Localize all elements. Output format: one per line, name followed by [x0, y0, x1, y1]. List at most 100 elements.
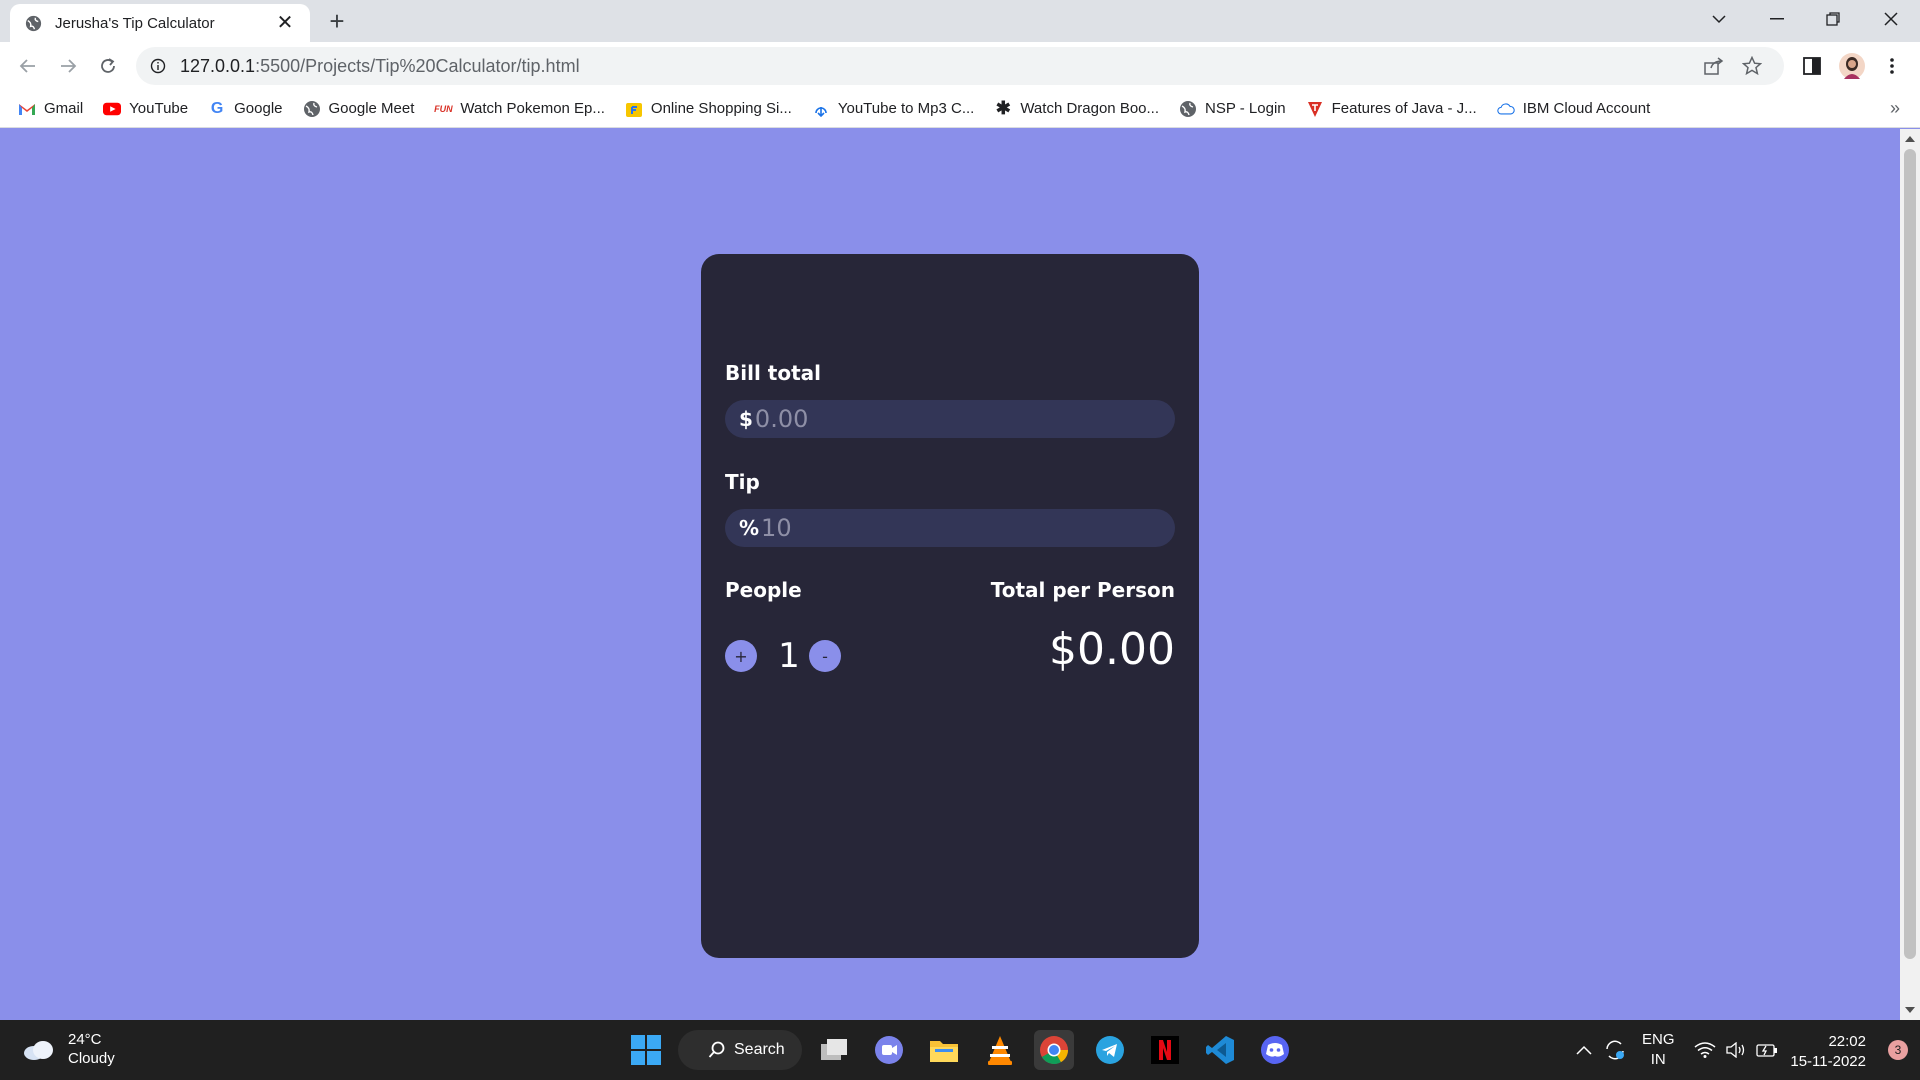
restore-icon	[1826, 12, 1840, 26]
close-window-button[interactable]	[1866, 0, 1916, 38]
language-code: ENG	[1642, 1031, 1675, 1048]
language-indicator[interactable]: ENG IN	[1642, 1020, 1675, 1080]
bookmark-label: Google	[234, 100, 283, 117]
bookmark-label: Watch Pokemon Ep...	[460, 100, 605, 117]
tip-calculator-card: Bill total $ Tip % People Total per Pers…	[701, 254, 1199, 958]
bookmark-java[interactable]: Features of Java - J...	[1306, 100, 1477, 118]
notification-badge[interactable]: 3	[1888, 1040, 1908, 1060]
bookmark-label: NSP - Login	[1205, 100, 1286, 117]
discord-button[interactable]	[1255, 1030, 1295, 1070]
bookmark-pokemon[interactable]: FUN Watch Pokemon Ep...	[434, 100, 605, 118]
teams-chat-button[interactable]	[869, 1030, 909, 1070]
bookmark-google[interactable]: G Google	[208, 100, 283, 118]
cloud-icon	[1497, 102, 1515, 114]
forward-button[interactable]	[54, 52, 82, 80]
scroll-up-icon[interactable]	[1905, 136, 1915, 142]
tip-input[interactable]	[761, 514, 1162, 542]
bookmark-nsp[interactable]: NSP - Login	[1179, 100, 1286, 118]
browser-tab[interactable]: Jerusha's Tip Calculator ✕	[10, 4, 310, 42]
close-tab-icon[interactable]: ✕	[274, 12, 296, 34]
taskbar-search[interactable]: Search	[678, 1030, 802, 1070]
globe-icon	[25, 15, 42, 31]
show-hidden-icons-button[interactable]	[1576, 1020, 1592, 1080]
bookmark-ibm-cloud[interactable]: IBM Cloud Account	[1497, 100, 1650, 118]
share-button[interactable]	[1704, 47, 1724, 85]
javatpoint-icon	[1307, 101, 1322, 117]
task-view-icon	[821, 1039, 847, 1060]
tab-strip: Jerusha's Tip Calculator ✕ +	[0, 0, 1920, 42]
system-tray[interactable]	[1694, 1020, 1778, 1080]
increase-people-button[interactable]: +	[725, 640, 757, 672]
site-info-icon[interactable]	[150, 58, 166, 74]
temperature: 24°C	[68, 1031, 102, 1048]
search-label: Search	[734, 1041, 785, 1058]
dragon-site-icon: ✱	[995, 98, 1011, 118]
file-explorer-button[interactable]	[924, 1030, 964, 1070]
bookmark-star-button[interactable]	[1742, 47, 1762, 85]
more-bookmarks-button[interactable]: »	[1890, 98, 1900, 119]
side-panel-button[interactable]	[1798, 52, 1826, 80]
reload-button[interactable]	[94, 52, 122, 80]
bookmark-youtube[interactable]: YouTube	[103, 100, 188, 118]
netflix-button[interactable]	[1145, 1030, 1185, 1070]
bookmark-dragon[interactable]: ✱ Watch Dragon Boo...	[994, 98, 1159, 118]
telegram-button[interactable]	[1090, 1030, 1130, 1070]
scrollbar-thumb[interactable]	[1904, 149, 1916, 959]
bookmark-google-meet[interactable]: Google Meet	[303, 100, 415, 118]
minimize-button[interactable]	[1752, 0, 1802, 38]
bookmark-label: Online Shopping Si...	[650, 100, 792, 117]
bookmark-label: Features of Java - J...	[1331, 100, 1477, 117]
avatar	[1839, 53, 1865, 79]
folder-icon	[930, 1041, 958, 1062]
bill-total-input[interactable]	[754, 405, 1155, 433]
tab-search-button[interactable]	[1694, 0, 1744, 38]
bill-total-field[interactable]: $	[725, 400, 1175, 438]
tip-field[interactable]: %	[725, 509, 1175, 547]
bill-total-label: Bill total	[725, 361, 821, 385]
chrome-icon	[1040, 1036, 1068, 1064]
scroll-down-icon[interactable]	[1905, 1007, 1915, 1013]
clock-date: 15-11-2022	[1790, 1053, 1866, 1070]
cloud-icon	[24, 1041, 53, 1060]
minimize-icon	[1770, 18, 1784, 20]
sync-status[interactable]	[1604, 1020, 1626, 1080]
bookmark-label: Gmail	[44, 100, 84, 117]
menu-button[interactable]	[1878, 52, 1906, 80]
url-host: 127.0.0.1	[180, 55, 256, 76]
teams-chat-icon	[875, 1036, 903, 1064]
percent-prefix: %	[739, 516, 760, 540]
clock[interactable]: 22:02 15-11-2022	[1790, 1032, 1866, 1072]
flipkart-icon	[625, 102, 642, 117]
browser-toolbar: 127.0.0.1:5500/Projects/Tip%20Calculator…	[0, 42, 1920, 90]
weather-condition: Cloudy	[68, 1050, 115, 1067]
close-icon	[1884, 12, 1898, 26]
battery-icon	[1756, 1044, 1777, 1057]
weather-widget[interactable]: 24°C Cloudy	[22, 1030, 115, 1068]
task-view-button[interactable]	[814, 1030, 854, 1070]
windows-icon	[631, 1035, 661, 1065]
vscode-button[interactable]	[1200, 1030, 1240, 1070]
total-per-person-label: Total per Person	[990, 578, 1175, 602]
page-scrollbar[interactable]	[1900, 129, 1920, 1020]
bookmark-shopping[interactable]: Online Shopping Si...	[625, 100, 792, 118]
bookmark-gmail[interactable]: Gmail	[18, 100, 83, 118]
decrease-people-button[interactable]: -	[809, 640, 841, 672]
profile-button[interactable]	[1838, 52, 1866, 80]
more-vertical-icon	[1890, 58, 1894, 74]
start-button[interactable]	[626, 1030, 666, 1070]
address-bar[interactable]: 127.0.0.1:5500/Projects/Tip%20Calculator…	[136, 47, 1784, 85]
new-tab-button[interactable]: +	[322, 6, 352, 36]
taskbar: 24°C Cloudy Search ENG IN 22:02 15-11-20…	[0, 1020, 1920, 1080]
restore-button[interactable]	[1808, 0, 1858, 38]
people-label: People	[725, 578, 802, 602]
star-icon	[1742, 56, 1762, 76]
chrome-button[interactable]	[1034, 1030, 1074, 1070]
bookmark-yt-mp3[interactable]: YouTube to Mp3 C...	[812, 100, 974, 118]
back-button[interactable]	[14, 52, 42, 80]
tab-title: Jerusha's Tip Calculator	[55, 14, 215, 32]
bookmark-label: Google Meet	[328, 100, 415, 117]
sync-icon	[1606, 1040, 1624, 1060]
tip-label: Tip	[725, 470, 760, 494]
vlc-button[interactable]	[980, 1030, 1020, 1070]
gmail-icon	[19, 103, 35, 115]
